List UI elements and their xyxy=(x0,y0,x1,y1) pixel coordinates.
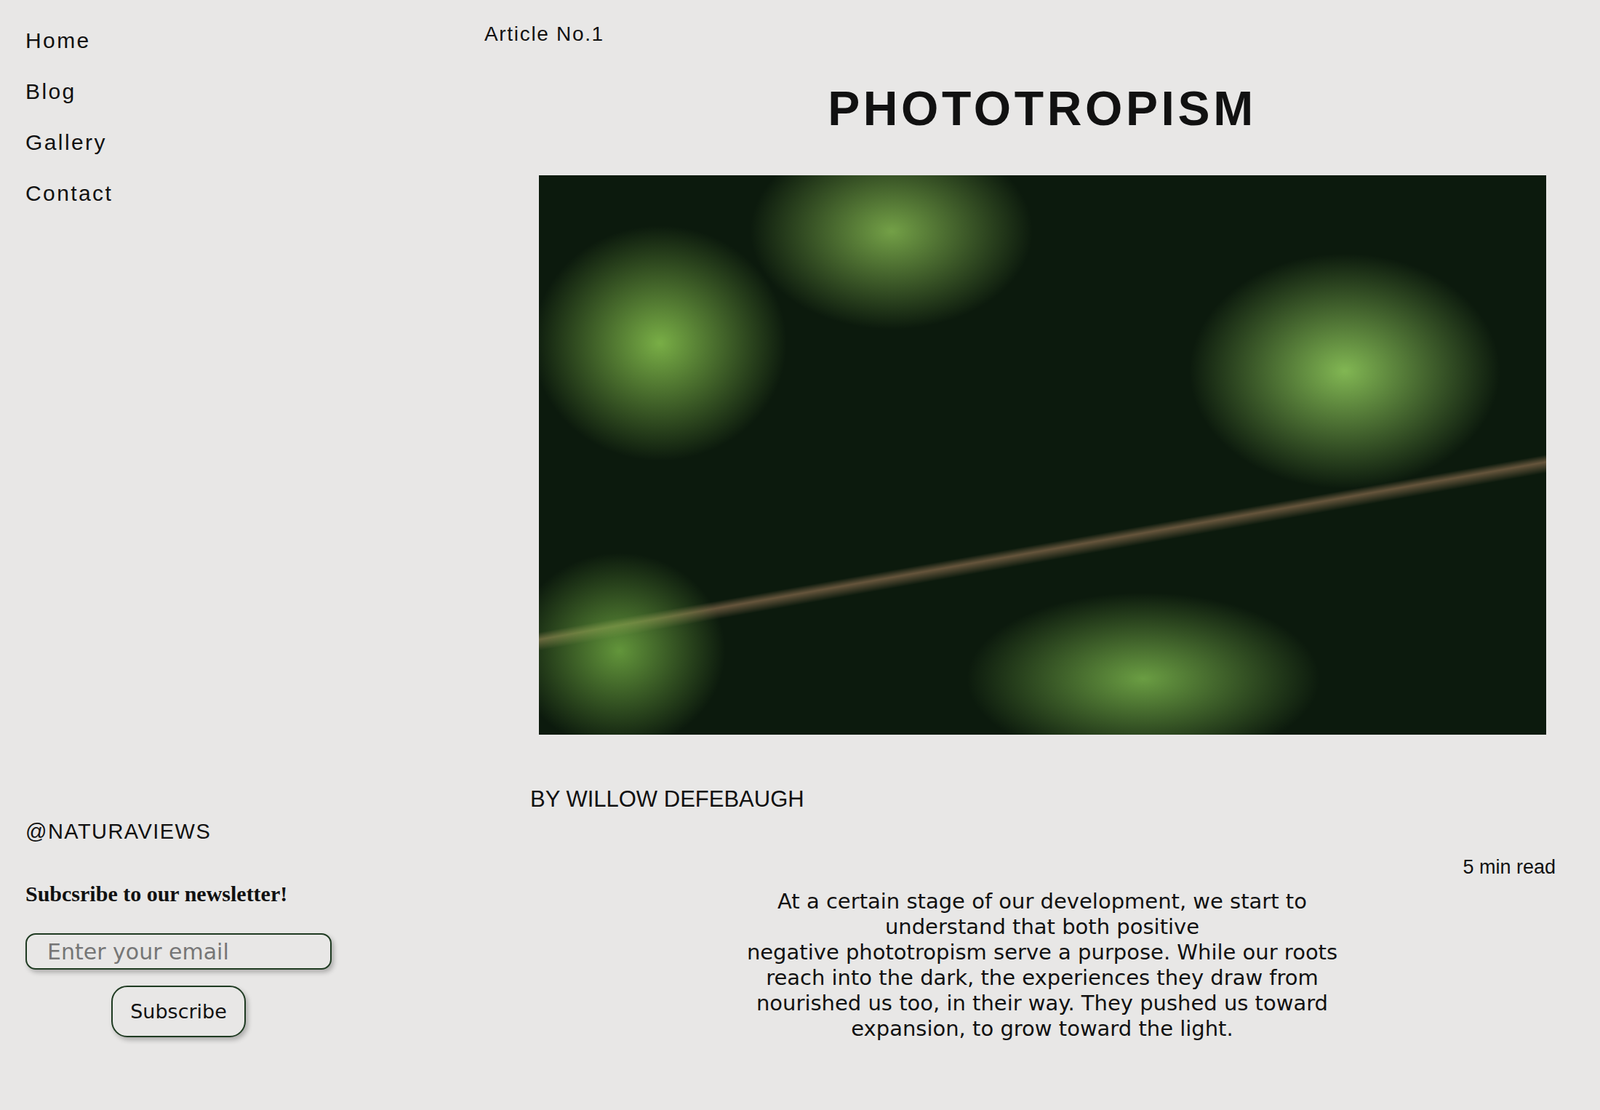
nav-item[interactable]: Contact xyxy=(25,180,485,207)
nav-item[interactable]: Home xyxy=(25,27,485,54)
newsletter-heading: Subcsribe to our newsletter! xyxy=(25,880,332,907)
sidebar: Home Blog Gallery Contact @NATURAVIEWS Subc… xyxy=(0,0,485,1110)
subscribe-button[interactable]: Subscribe xyxy=(111,985,246,1038)
article-body: At a certain stage of our development, w… xyxy=(484,888,1600,1042)
nav-menu: Home Blog Gallery Contact xyxy=(25,27,485,207)
body-line: understand that both positive xyxy=(484,914,1600,940)
body-line: reach into the dark, the experiences the… xyxy=(484,965,1600,991)
read-time: 5 min read xyxy=(1462,855,1556,879)
nav-item[interactable]: Gallery xyxy=(25,129,485,156)
article-number: Article No.1 xyxy=(484,21,1600,47)
nav-item[interactable]: Blog xyxy=(25,78,485,105)
newsletter-form: Subcsribe to our newsletter! Subscribe xyxy=(25,880,332,1038)
byline: BY WILLOW DEFEBAUGH xyxy=(530,785,1600,814)
page: Home Blog Gallery Contact @NATURAVIEWS Subc… xyxy=(0,0,1600,1110)
article: Article No.1 PHOTOTROPISM BY WILLOW DEFE… xyxy=(484,0,1600,1110)
sidebar-footer: @NATURAVIEWS Subcsribe to our newsletter… xyxy=(25,818,485,1038)
social-handle[interactable]: @NATURAVIEWS xyxy=(25,818,485,845)
body-line: nourished us too, in their way. They pus… xyxy=(484,990,1600,1016)
email-input[interactable] xyxy=(25,933,332,970)
article-photo xyxy=(538,175,1547,735)
body-line: negative phototropism serve a purpose. W… xyxy=(484,939,1600,966)
body-line: At a certain stage of our development, w… xyxy=(484,888,1600,915)
article-title: PHOTOTROPISM xyxy=(484,84,1600,133)
body-line: expansion, to grow toward the light. xyxy=(484,1016,1600,1042)
